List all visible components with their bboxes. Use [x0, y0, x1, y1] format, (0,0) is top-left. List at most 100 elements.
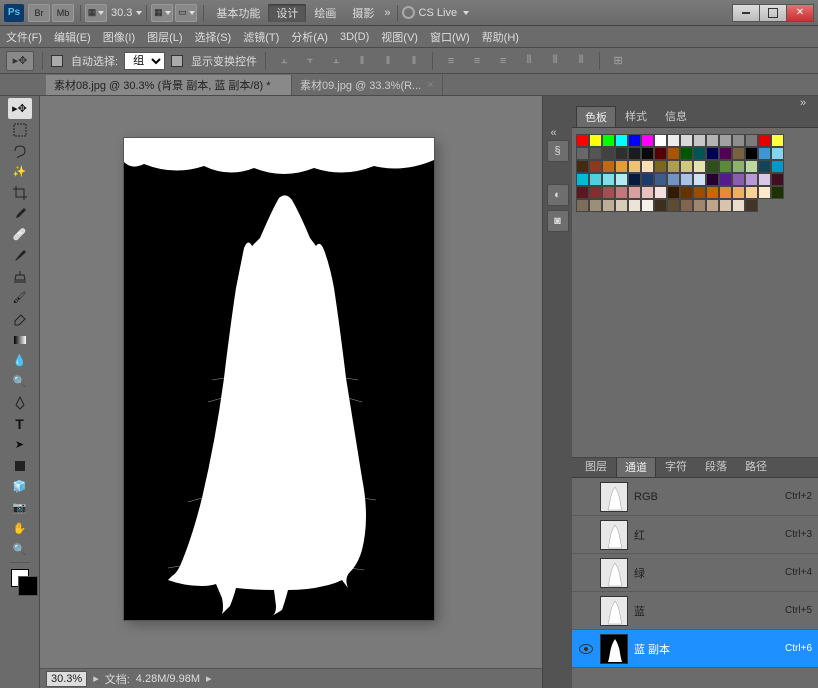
swatch[interactable] — [745, 160, 758, 173]
swatch[interactable] — [615, 186, 628, 199]
swatch[interactable] — [693, 173, 706, 186]
swatch[interactable] — [641, 160, 654, 173]
swatch[interactable] — [693, 147, 706, 160]
swatch[interactable] — [771, 147, 784, 160]
swatch[interactable] — [589, 186, 602, 199]
swatch[interactable] — [654, 147, 667, 160]
swatch[interactable] — [719, 186, 732, 199]
menu-layer[interactable]: 图层(L) — [147, 29, 182, 45]
swatch[interactable] — [628, 173, 641, 186]
distribute-hcenter-icon[interactable]: ⦀ — [545, 52, 565, 70]
swatch[interactable] — [771, 134, 784, 147]
shape-tool[interactable] — [8, 455, 32, 476]
swatch[interactable] — [628, 186, 641, 199]
clone-stamp-tool[interactable] — [8, 266, 32, 287]
swatch[interactable] — [628, 160, 641, 173]
swatch-grid[interactable] — [576, 134, 814, 212]
channel-row[interactable]: 蓝Ctrl+5 — [572, 592, 818, 630]
align-top-icon[interactable]: ⫠ — [274, 52, 294, 70]
swatch[interactable] — [602, 186, 615, 199]
magic-wand-tool[interactable]: ✨ — [8, 161, 32, 182]
swatch[interactable] — [771, 173, 784, 186]
swatch[interactable] — [615, 147, 628, 160]
close-icon[interactable]: × — [277, 79, 283, 91]
swatch[interactable] — [680, 186, 693, 199]
visibility-toggle[interactable] — [578, 603, 594, 619]
swatch[interactable] — [667, 160, 680, 173]
swatch[interactable] — [576, 173, 589, 186]
swatch[interactable] — [693, 199, 706, 212]
swatch[interactable] — [680, 199, 693, 212]
visibility-toggle[interactable] — [578, 641, 594, 657]
channel-row[interactable]: RGBCtrl+2 — [572, 478, 818, 516]
swatch[interactable] — [745, 147, 758, 160]
menu-analysis[interactable]: 分析(A) — [291, 29, 328, 45]
swatch[interactable] — [654, 186, 667, 199]
channel-row[interactable]: 绿Ctrl+4 — [572, 554, 818, 592]
expand-icon[interactable]: « — [547, 128, 561, 138]
menu-select[interactable]: 选择(S) — [195, 29, 232, 45]
3d-tool[interactable]: 🧊 — [8, 476, 32, 497]
hand-tool[interactable]: ✋ — [8, 518, 32, 539]
distribute-right-icon[interactable]: ⦀ — [571, 52, 591, 70]
distribute-bottom-icon[interactable]: ≡ — [493, 52, 513, 70]
swatch[interactable] — [667, 186, 680, 199]
swatch[interactable] — [693, 186, 706, 199]
swatch[interactable] — [719, 160, 732, 173]
pen-tool[interactable] — [8, 392, 32, 413]
swatch[interactable] — [706, 199, 719, 212]
swatch[interactable] — [732, 147, 745, 160]
tab-styles[interactable]: 样式 — [616, 105, 656, 127]
swatch[interactable] — [615, 160, 628, 173]
swatch[interactable] — [667, 134, 680, 147]
swatch[interactable] — [602, 199, 615, 212]
swatch[interactable] — [667, 199, 680, 212]
swatch[interactable] — [758, 147, 771, 160]
swatch[interactable] — [576, 134, 589, 147]
eyedropper-tool[interactable] — [8, 203, 32, 224]
window-close[interactable]: ✕ — [786, 4, 814, 22]
swatch[interactable] — [732, 173, 745, 186]
path-selection-tool[interactable]: ➤ — [8, 434, 32, 455]
tab-character[interactable]: 字符 — [656, 455, 696, 477]
marquee-tool[interactable] — [8, 119, 32, 140]
distribute-vcenter-icon[interactable]: ≡ — [467, 52, 487, 70]
align-vcenter-icon[interactable]: ⫟ — [300, 52, 320, 70]
swatch[interactable] — [771, 160, 784, 173]
distribute-left-icon[interactable]: ⦀ — [519, 52, 539, 70]
swatch[interactable] — [615, 199, 628, 212]
masks-icon[interactable]: ◙ — [547, 210, 569, 232]
swatch[interactable] — [589, 160, 602, 173]
workspace-essentials[interactable]: 基本功能 — [208, 4, 268, 22]
show-transform-checkbox[interactable] — [171, 55, 183, 67]
swatch[interactable] — [732, 134, 745, 147]
workspace-overflow[interactable]: » — [384, 7, 390, 19]
workspace-painting[interactable]: 绘画 — [306, 4, 344, 22]
tab-layers[interactable]: 图层 — [576, 455, 616, 477]
swatch[interactable] — [654, 199, 667, 212]
view-extras-button[interactable]: ▦ — [85, 4, 107, 22]
document-canvas[interactable] — [124, 138, 434, 620]
channel-row[interactable]: 红Ctrl+3 — [572, 516, 818, 554]
swatch[interactable] — [628, 199, 641, 212]
visibility-toggle[interactable] — [578, 565, 594, 581]
auto-select-checkbox[interactable] — [51, 55, 63, 67]
status-zoom[interactable]: 30.3% — [46, 671, 87, 687]
swatch[interactable] — [628, 147, 641, 160]
adjustments-icon[interactable]: ◐ — [547, 184, 569, 206]
eraser-tool[interactable] — [8, 308, 32, 329]
move-tool[interactable]: ▸✥ — [8, 98, 32, 119]
swatch[interactable] — [641, 199, 654, 212]
swatch[interactable] — [628, 134, 641, 147]
visibility-toggle[interactable] — [578, 489, 594, 505]
foreground-background-swatch[interactable] — [11, 569, 29, 587]
swatch[interactable] — [680, 160, 693, 173]
current-tool-icon[interactable]: ▸✥ — [6, 51, 34, 71]
gradient-tool[interactable] — [8, 329, 32, 350]
swatch[interactable] — [706, 147, 719, 160]
title-zoom-value[interactable]: 30.3 — [111, 7, 132, 19]
canvas-area[interactable]: 30.3% ▸ 文档: 4.28M/9.98M ▸ — [40, 96, 542, 688]
dodge-tool[interactable]: 🔍 — [8, 371, 32, 392]
swatch[interactable] — [758, 186, 771, 199]
doc-tab-1[interactable]: 素材08.jpg @ 30.3% (背景 副本, 蓝 副本/8) * × — [46, 75, 292, 95]
